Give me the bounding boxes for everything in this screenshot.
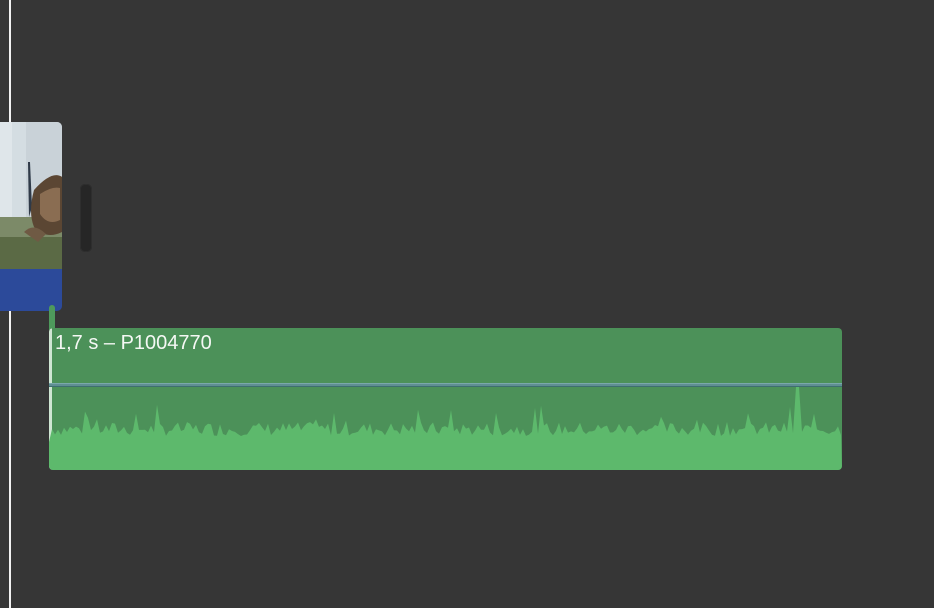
resize-handle[interactable] bbox=[80, 184, 92, 252]
video-clip[interactable] bbox=[0, 122, 62, 311]
audio-waveform bbox=[49, 387, 842, 470]
timeline[interactable]: 1,7 s – P1004770 bbox=[0, 0, 934, 608]
audio-clip-title: 1,7 s – P1004770 bbox=[55, 332, 212, 354]
video-thumbnail bbox=[0, 122, 62, 269]
audio-clip[interactable]: 1,7 s – P1004770 bbox=[49, 328, 842, 470]
clip-connection-handle[interactable] bbox=[49, 305, 55, 330]
